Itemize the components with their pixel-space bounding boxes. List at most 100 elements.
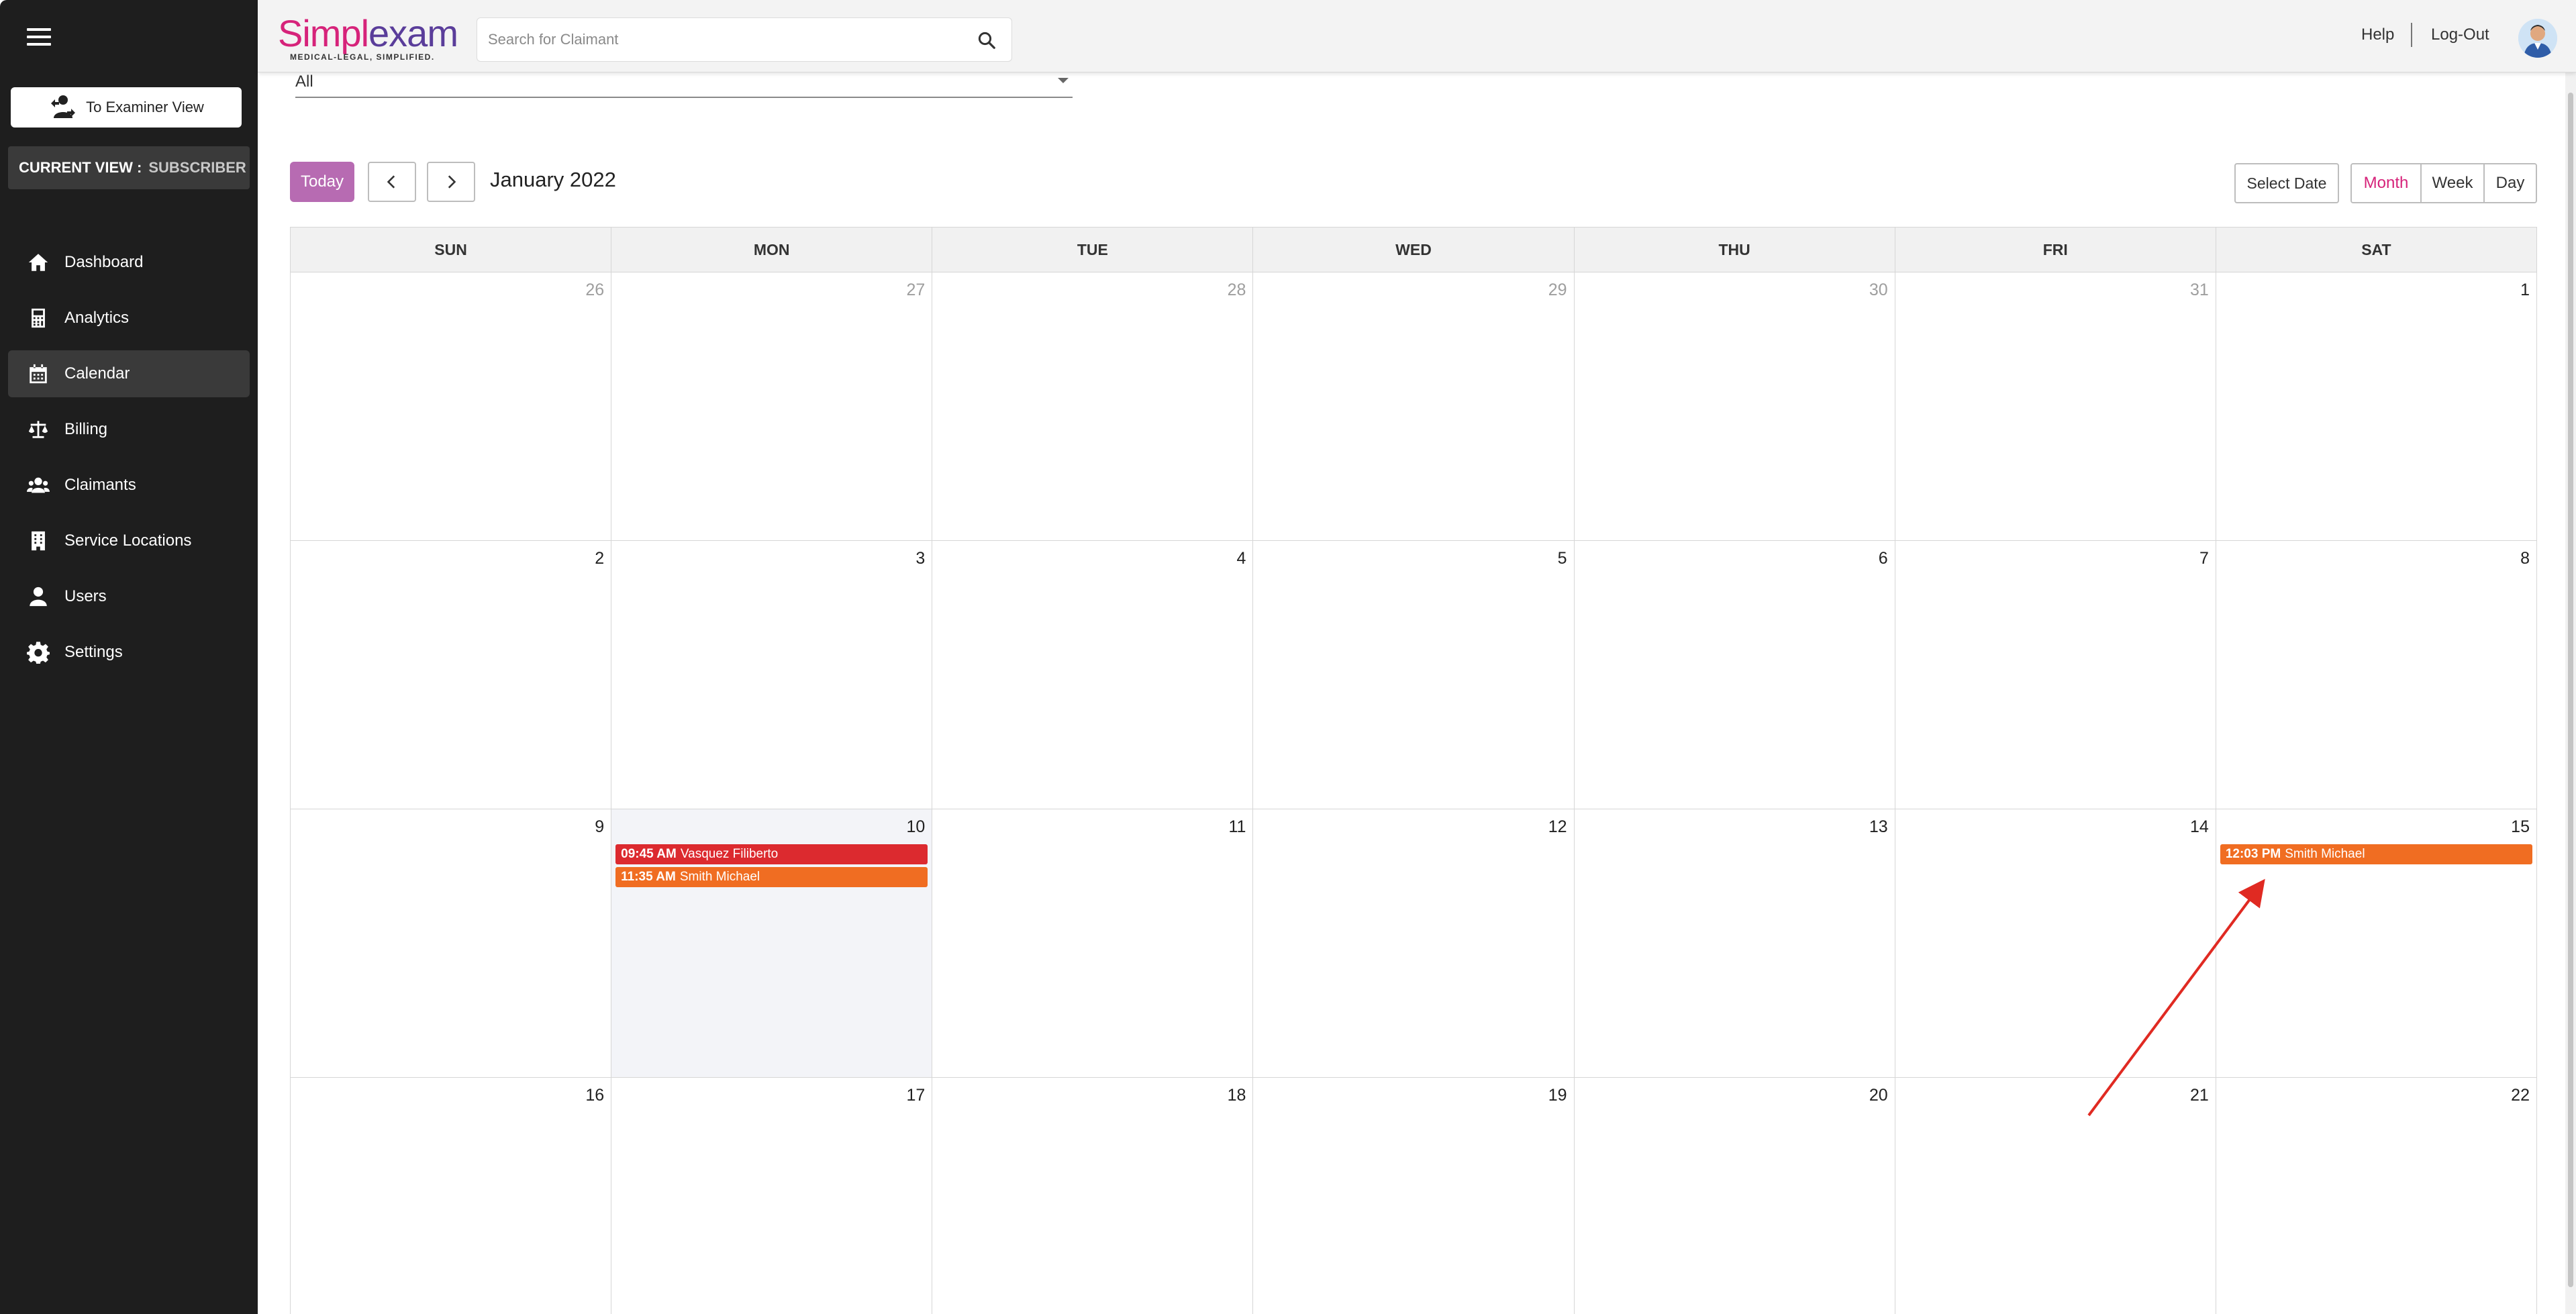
calendar-day-cell[interactable]: 1 xyxy=(2216,272,2537,540)
examiner-button-label: To Examiner View xyxy=(86,99,204,115)
calendar-week-row: 16 17 18 19 20 21 22 xyxy=(290,1078,2537,1314)
sidebar-item-label: Dashboard xyxy=(64,253,144,271)
calendar-day-cell[interactable]: 22 xyxy=(2216,1078,2537,1314)
logo-tagline: MEDICAL-LEGAL, SIMPLIFIED. xyxy=(290,52,435,62)
calculator-icon xyxy=(32,308,45,328)
calendar-day-cell[interactable]: 28 xyxy=(932,272,1254,540)
calendar-day-cell[interactable]: 20 xyxy=(1575,1078,1895,1314)
calendar-day-cell[interactable]: 13 xyxy=(1575,809,1895,1077)
calendar-week-row: 9 10 09:45 AM Vasquez Filiberto 11:35 AM Smit… xyxy=(290,809,2537,1078)
sidebar-item-label: Billing xyxy=(64,420,108,438)
calendar-day-cell[interactable]: 15 12:03 PM Smith Michael xyxy=(2216,809,2537,1077)
sidebar-item-label: Service Locations xyxy=(64,532,192,550)
avatar[interactable] xyxy=(2518,19,2557,58)
scrollbar-thumb[interactable] xyxy=(2568,93,2573,1287)
user-icon xyxy=(30,587,47,607)
logout-link[interactable]: Log-Out xyxy=(2431,26,2489,44)
users-icon xyxy=(27,477,50,493)
calendar-filter-select[interactable]: All xyxy=(295,72,1073,98)
event-time: 09:45 AM xyxy=(621,847,677,861)
calendar-day-cell[interactable]: 6 xyxy=(1575,541,1895,809)
next-month-button[interactable] xyxy=(427,162,475,202)
calendar-day-cell[interactable]: 21 xyxy=(1895,1078,2216,1314)
select-date-button[interactable]: Select Date xyxy=(2234,163,2339,203)
calendar-day-cell[interactable]: 4 xyxy=(932,541,1254,809)
calendar-day-cell[interactable]: 16 xyxy=(291,1078,612,1314)
logo-text-b: exam xyxy=(368,12,458,54)
day-number: 14 xyxy=(2190,817,2209,836)
day-number: 10 xyxy=(906,817,926,836)
day-number: 4 xyxy=(1236,549,1246,568)
search-icon[interactable] xyxy=(977,30,997,50)
calendar-week-row: 2 3 4 5 6 7 8 xyxy=(290,541,2537,809)
sidebar-item-users[interactable]: Users xyxy=(8,573,250,620)
calendar-event[interactable]: 09:45 AM Vasquez Filiberto xyxy=(615,844,928,864)
calendar-day-cell[interactable]: 17 xyxy=(611,1078,933,1314)
calendar-day-cell[interactable]: 27 xyxy=(611,272,933,540)
calendar-day-cell[interactable]: 5 xyxy=(1253,541,1575,809)
current-view-label: CURRENT VIEW : xyxy=(19,159,142,176)
chevron-right-icon xyxy=(448,175,456,189)
month-view-button[interactable]: Month xyxy=(2352,164,2422,202)
sidebar: To Examiner View CURRENT VIEW : SUBSCRIB… xyxy=(0,0,258,1314)
weekday-label: SUN xyxy=(291,228,612,272)
event-time: 12:03 PM xyxy=(2225,847,2281,861)
calendar-day-cell[interactable]: 26 xyxy=(291,272,612,540)
day-number: 29 xyxy=(1548,281,1567,299)
calendar-day-cell[interactable]: 11 xyxy=(932,809,1254,1077)
calendar-body: 26 27 28 29 30 31 1 2 3 4 5 6 7 8 9 10 09:45 AM Vasquez F… xyxy=(290,272,2537,1314)
calendar-title: January 2022 xyxy=(490,168,616,191)
to-examiner-view-button[interactable]: To Examiner View xyxy=(11,87,242,128)
day-events: 12:03 PM Smith Michael xyxy=(2220,844,2532,867)
day-number: 27 xyxy=(906,281,926,299)
sidebar-item-settings[interactable]: Settings xyxy=(8,629,250,676)
calendar-event[interactable]: 11:35 AM Smith Michael xyxy=(615,867,928,887)
calendar-day-cell[interactable]: 2 xyxy=(291,541,612,809)
calendar-day-cell[interactable]: 29 xyxy=(1253,272,1575,540)
dropdown-caret-icon xyxy=(1058,78,1069,83)
home-icon xyxy=(28,254,48,271)
day-number: 7 xyxy=(2199,549,2209,568)
day-number: 11 xyxy=(1228,817,1246,836)
hamburger-menu-icon[interactable] xyxy=(27,28,51,48)
page-scrollbar[interactable] xyxy=(2565,72,2576,1314)
sidebar-item-label: Claimants xyxy=(64,476,136,494)
calendar-day-cell[interactable]: 30 xyxy=(1575,272,1895,540)
sidebar-item-billing[interactable]: Billing xyxy=(8,406,250,453)
calendar-day-cell[interactable]: 12 xyxy=(1253,809,1575,1077)
calendar-day-cell[interactable]: 31 xyxy=(1895,272,2216,540)
calendar-week-row: 26 27 28 29 30 31 1 xyxy=(290,272,2537,541)
sidebar-item-analytics[interactable]: Analytics xyxy=(8,295,250,342)
calendar-day-cell[interactable]: 9 xyxy=(291,809,612,1077)
calendar-day-cell[interactable]: 19 xyxy=(1253,1078,1575,1314)
simplexam-logo[interactable]: Simplexam MEDICAL-LEGAL, SIMPLIFIED. xyxy=(278,15,458,62)
calendar-event[interactable]: 12:03 PM Smith Michael xyxy=(2220,844,2532,864)
calendar-day-cell[interactable]: 10 09:45 AM Vasquez Filiberto 11:35 AM Smith… xyxy=(611,809,933,1077)
day-number: 30 xyxy=(1869,281,1888,299)
sidebar-item-service-locations[interactable]: Service Locations xyxy=(8,517,250,564)
chevron-left-icon xyxy=(387,175,395,189)
calendar-day-cell[interactable]: 7 xyxy=(1895,541,2216,809)
calendar-day-cell[interactable]: 8 xyxy=(2216,541,2537,809)
sidebar-item-calendar[interactable]: Calendar xyxy=(8,350,250,397)
help-link[interactable]: Help xyxy=(2361,26,2394,44)
day-view-button[interactable]: Day xyxy=(2485,164,2536,202)
calendar-day-cell[interactable]: 3 xyxy=(611,541,933,809)
sidebar-item-claimants[interactable]: Claimants xyxy=(8,462,250,509)
weekday-label: THU xyxy=(1575,228,1895,272)
previous-month-button[interactable] xyxy=(368,162,416,202)
today-button[interactable]: Today xyxy=(290,162,354,202)
sidebar-item-dashboard[interactable]: Dashboard xyxy=(8,239,250,286)
week-view-button[interactable]: Week xyxy=(2422,164,2485,202)
search-input[interactable] xyxy=(477,18,947,61)
event-time: 11:35 AM xyxy=(621,870,676,884)
main-content: All Today January 2022 Select Date Month… xyxy=(258,72,2576,1314)
day-number: 21 xyxy=(2190,1086,2209,1105)
calendar-day-cell[interactable]: 18 xyxy=(932,1078,1254,1314)
event-claimant-name: Smith Michael xyxy=(679,870,760,884)
top-header: Simplexam MEDICAL-LEGAL, SIMPLIFIED. Hel… xyxy=(258,0,2576,72)
day-number: 13 xyxy=(1869,817,1888,836)
day-number: 22 xyxy=(2511,1086,2530,1105)
sidebar-nav: Dashboard Analytics Calendar Billing Cla… xyxy=(8,239,250,685)
calendar-day-cell[interactable]: 14 xyxy=(1895,809,2216,1077)
